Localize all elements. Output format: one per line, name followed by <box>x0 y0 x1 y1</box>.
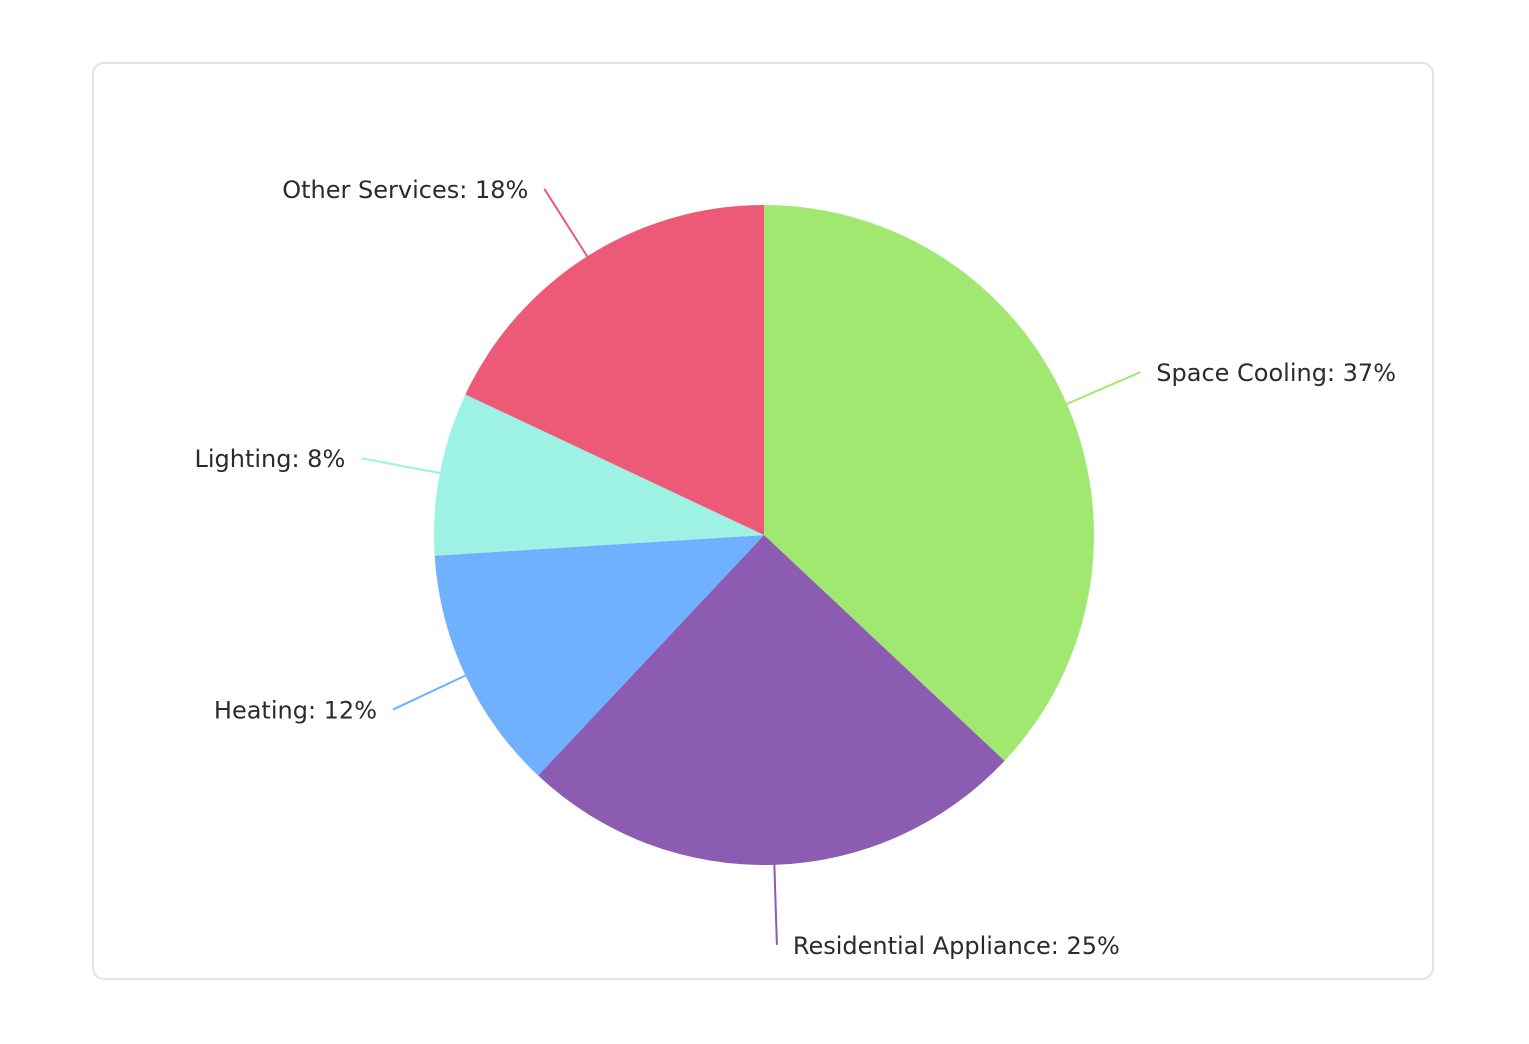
label-space-cooling: Space Cooling: 37% <box>1156 359 1396 387</box>
pie-slices <box>434 205 1094 866</box>
label-heating: Heating: 12% <box>214 697 377 725</box>
leader-line-lighting <box>361 457 448 476</box>
pie-chart: Space Cooling: 37% Residential Appliance:… <box>194 176 1396 960</box>
leader-line-heating <box>392 671 474 711</box>
label-other-services: Other Services: 18% <box>282 176 528 204</box>
label-lighting: Lighting: 8% <box>194 445 345 473</box>
leader-line-other-services <box>543 188 593 264</box>
label-residential-appliance: Residential Appliance: 25% <box>793 932 1120 960</box>
leader-line-space-cooling <box>1059 371 1141 409</box>
leader-line-residential-appliance <box>773 856 778 945</box>
